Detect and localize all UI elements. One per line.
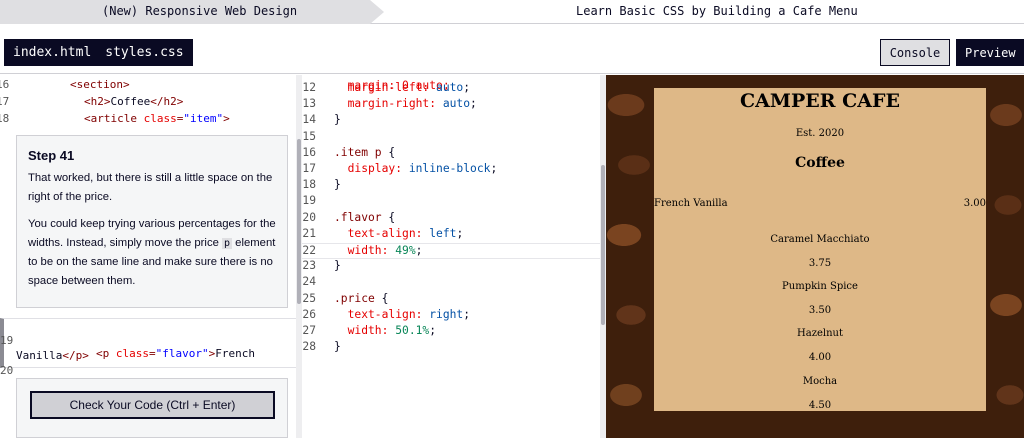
css-line-23[interactable]: 23} [302,259,602,275]
menu-item-text: Pumpkin Spice [782,281,858,292]
html-scrollbar-thumb[interactable] [297,139,301,304]
line-number: 20 [0,364,14,377]
line-number: 24 [302,275,316,289]
line-number: 20 [302,210,316,224]
css-line-12[interactable]: 12 margin-left: auto; [302,81,602,97]
inline-code-p: p [222,238,233,249]
css-line-24[interactable]: 24 [302,275,602,291]
step-paragraph-2: You could keep trying various percentage… [28,218,276,287]
check-code-panel: Check Your Code (Ctrl + Enter) [16,378,288,438]
css-line-16[interactable]: 16 .item p { [302,146,602,162]
editable-code-region[interactable]: 19 <p class="flavor">French Vanilla</p> … [0,318,300,390]
editor-toolbar: index.html styles.css Console Preview [0,24,1024,74]
line-number: 17 [0,95,10,108]
css-line-17[interactable]: 17 display: inline-block; [302,162,602,178]
tab-index-html[interactable]: index.html [13,45,91,60]
cafe-menu: CAMPER CAFE Est. 2020 Coffee French Vani… [654,88,986,411]
line-number: 14 [302,113,316,127]
line-number: 13 [302,97,316,111]
breadcrumb-course-link[interactable]: (New) Responsive Web Design [0,0,384,24]
menu-item-text: Hazelnut [797,328,843,339]
line-number: 21 [302,226,316,240]
preview-frame: CAMPER CAFE Est. 2020 Coffee French Vani… [606,75,1024,438]
breadcrumb-project-label: Learn Basic CSS by Building a Cafe Menu [576,4,858,18]
line-number: 12 [302,81,316,94]
menu-item-text: 3.50 [808,305,832,316]
breadcrumb: (New) Responsive Web Design Learn Basic … [0,0,1024,24]
code-line[interactable]: 18<article class="item"> [0,112,300,129]
menu-item-text: 3.75 [808,258,832,269]
step-title: Step 41 [28,148,75,163]
css-line-22[interactable]: 22 width: 49%; [302,243,602,260]
menu-title: CAMPER CAFE [740,90,900,112]
line-number: 17 [302,162,316,175]
css-line-20[interactable]: 20 .flavor { [302,211,602,227]
line-number: 28 [302,340,316,354]
css-line-14[interactable]: 14} [302,113,602,129]
line-number: 25 [302,291,316,305]
menu-item-text: Mocha [802,376,838,387]
line-number: 18 [302,178,316,192]
menu-item-text: Caramel Macchiato [770,234,870,245]
css-line-19[interactable]: 19 [302,194,602,210]
css-editor-pane[interactable]: margin: 0 auto; 12 margin-left: auto; 13 … [302,75,602,438]
step-paragraph-1: That worked, but there is still a little… [28,172,273,203]
line-number: 16 [0,78,10,91]
line-number: 27 [302,324,316,337]
line-number: 23 [302,259,316,273]
menu-section-heading: Coffee [795,155,845,171]
css-line-18[interactable]: 18} [302,178,602,194]
code-line[interactable]: 16<section> [0,78,300,95]
css-line-25[interactable]: 25 .price { [302,292,602,308]
line-number: 18 [0,112,10,125]
step-instructions: Step 41 That worked, but there is still … [16,135,288,308]
console-button[interactable]: Console [880,39,950,66]
tab-styles-css[interactable]: styles.css [105,45,183,60]
css-line-27[interactable]: 27 width: 50.1%; [302,324,602,340]
breadcrumb-course-label: (New) Responsive Web Design [102,4,298,18]
css-line-13[interactable]: 13 margin-right: auto; [302,97,602,113]
file-tabs: index.html styles.css [4,39,193,66]
menu-item-text: 4.00 [808,352,832,363]
line-number: 19 [302,194,316,208]
menu-established: Est. 2020 [795,128,845,139]
line-number: 15 [302,129,316,143]
css-line-28[interactable]: 28} [302,340,602,356]
line-number: 26 [302,307,316,321]
css-line-21[interactable]: 21 text-align: left; [302,227,602,243]
line-number: 16 [302,145,316,159]
menu-item-price: 3.00 [963,198,986,209]
menu-item-flavor: French Vanilla [654,198,728,209]
css-line-26[interactable]: 26 text-align: right; [302,308,602,324]
check-code-button[interactable]: Check Your Code (Ctrl + Enter) [30,391,275,419]
line-number: 22 [302,244,316,257]
code-line-20[interactable]: 20 <p class="price">3.00</p> [0,351,300,390]
css-line-15[interactable]: 15 [302,130,602,146]
preview-button[interactable]: Preview [956,39,1024,66]
code-line[interactable]: 17<h2>Coffee</h2> [0,95,300,112]
css-scrollbar-thumb[interactable] [601,165,605,325]
menu-item-text: 4.50 [808,400,832,411]
html-editor-pane: 16<section>17<h2>Coffee</h2>18<article c… [0,75,300,438]
